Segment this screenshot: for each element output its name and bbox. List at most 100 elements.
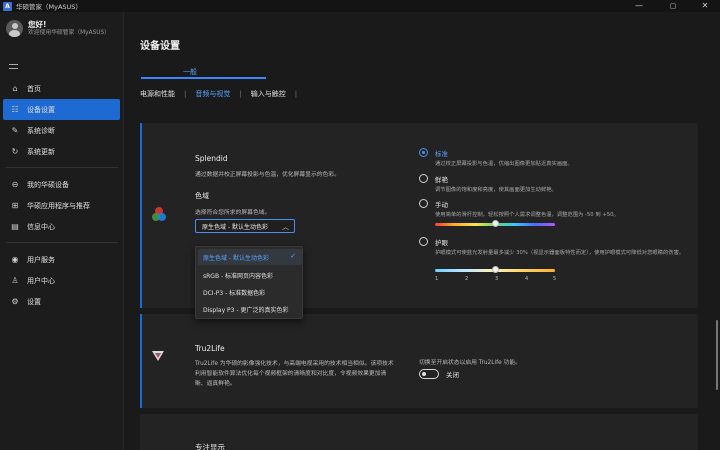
gamut-option-dcip3[interactable]: DCI-P3 - 标准数据色彩 — [198, 284, 302, 300]
tru2life-toggle[interactable] — [419, 369, 439, 379]
message-icon: ▤ — [11, 222, 19, 231]
sidebar-item-label: 系统更新 — [27, 147, 55, 156]
gamut-desc: 选择符合您所求的屏幕色域。 — [195, 210, 271, 216]
radio-vivid[interactable] — [419, 174, 428, 183]
mode-manual-label: 手动 — [435, 201, 448, 209]
sidebar-item-apps[interactable]: ⊞ 华硕应用程序与推荐 — [3, 195, 120, 216]
sub-tabs: 电源和性能 | 音频与视觉 | 输入与触控 | — [140, 89, 306, 99]
maximize-button[interactable]: ▢ — [660, 0, 686, 12]
apps-icon: ⊞ — [11, 201, 19, 210]
tru2life-desc-line2: 利用智能软件算法优化每个视频框架的清晰度和对比度，令视频效果更加清 — [195, 371, 387, 377]
user-profile[interactable]: 您好! 欢迎使用华硕管家（MyASUS） — [6, 20, 110, 37]
gamut-options-popup: 原生色域 - 默认生动色彩 ✓ sRGB - 标准网页内容色彩 DCI-P3 -… — [195, 246, 303, 319]
sidebar-divider — [6, 242, 118, 243]
radio-eyecare[interactable] — [419, 237, 428, 246]
settings-sliders-icon: ☷ — [11, 105, 19, 114]
tick-label: 1 — [435, 276, 439, 282]
mode-manual-desc: 使用简单的滑杆控制，轻松按照个人需求调整色温，调整范围为 -50 到 +50。 — [435, 212, 619, 218]
mode-standard-label: 标准 — [435, 150, 448, 158]
splendid-title: Splendid — [195, 154, 228, 163]
tick-label: 5 — [553, 276, 557, 282]
sidebar-item-diagnosis[interactable]: ✎ 系统诊断 — [3, 120, 120, 141]
tab-power-performance[interactable]: 电源和性能 — [140, 89, 175, 99]
sidebar-item-support[interactable]: ◉ 用户服务 — [3, 249, 120, 270]
radio-manual[interactable] — [419, 199, 428, 208]
sidebar-item-label: 信息中心 — [27, 222, 55, 231]
sidebar-item-label: 华硕应用程序与推荐 — [27, 201, 90, 210]
tru2life-icon — [152, 351, 164, 361]
tru2life-desc-line3: 晰、逼真鲜艳。 — [195, 381, 236, 387]
mode-eyecare-label: 护眼 — [435, 239, 448, 247]
chevron-up-icon: ︿ — [282, 223, 289, 231]
gear-icon: ⚙ — [11, 297, 19, 306]
sidebar-item-user-center[interactable]: ♙ 用户中心 — [3, 270, 120, 291]
sidebar-item-update[interactable]: ↻ 系统更新 — [3, 141, 120, 162]
gamut-option-label: sRGB - 标准网页内容色彩 — [203, 272, 274, 280]
radio-standard[interactable] — [419, 148, 428, 157]
tab-input-touch[interactable]: 输入与触控 — [251, 89, 286, 99]
eyecare-slider-thumb[interactable] — [491, 266, 499, 273]
gamut-title: 色域 — [195, 192, 209, 200]
menu-toggle-icon[interactable] — [9, 64, 18, 69]
sidebar-item-settings[interactable]: ⚙ 设置 — [3, 291, 120, 312]
mode-vivid-desc: 调节图像的饱和度和亮度，使其画面更加生动鲜艳。 — [435, 187, 557, 193]
gamut-dropdown-value: 原生色域 - 默认生动色彩 — [202, 223, 268, 231]
diagnosis-icon: ✎ — [11, 126, 19, 135]
eyecare-level-slider[interactable] — [435, 266, 555, 273]
tab-audio-visual[interactable]: 音频与视觉 — [195, 89, 230, 99]
gamut-option-label: DCI-P3 - 标准数据色彩 — [203, 289, 266, 297]
tru2life-toggle-desc: 切换至开启状态以启用 Tru2Life 功能。 — [419, 360, 521, 366]
sidebar-item-my-devices[interactable]: ⊖ 我的华硕设备 — [3, 174, 120, 195]
gamut-option-srgb[interactable]: sRGB - 标准网页内容色彩 — [198, 267, 302, 283]
sidebar-item-label: 我的华硕设备 — [27, 180, 69, 189]
focus-display-card: 专注显示 — [140, 414, 698, 450]
color-palette-icon — [152, 207, 167, 221]
sidebar-item-messages[interactable]: ▤ 信息中心 — [3, 216, 120, 237]
manual-color-temp-slider[interactable] — [435, 220, 555, 227]
sidebar-item-label: 系统诊断 — [27, 126, 55, 135]
sidebar-item-label: 用户中心 — [27, 276, 55, 285]
gamut-dropdown[interactable]: 原生色域 - 默认生动色彩 ︿ — [195, 219, 295, 233]
asus-logo-icon: A — [3, 1, 12, 11]
devices-icon: ⊖ — [11, 180, 19, 189]
gamut-option-native[interactable]: 原生色域 - 默认生动色彩 ✓ — [198, 249, 302, 265]
gamut-option-label: 原生色域 - 默认生动色彩 — [203, 254, 269, 262]
location-icon: ◉ — [11, 255, 19, 264]
greeting-text: 您好! — [28, 20, 47, 29]
gamut-option-label: Display P3 - 更广泛的真实色彩 — [203, 306, 289, 314]
main-content: 设备设置 一般 电源和性能 | 音频与视觉 | 输入与触控 | Splendid… — [125, 12, 720, 450]
gamut-option-displayp3[interactable]: Display P3 - 更广泛的真实色彩 — [198, 301, 302, 317]
avatar-icon — [6, 20, 23, 37]
sidebar-divider — [6, 167, 118, 168]
title-bar: A 华硕管家（MyASUS） — ▢ ✕ — [0, 0, 720, 12]
tru2life-title: Tru2Life — [195, 344, 225, 353]
window-title: 华硕管家（MyASUS） — [16, 3, 82, 11]
tab-separator: | — [294, 90, 298, 98]
manual-slider-thumb[interactable] — [491, 220, 499, 227]
minimize-button[interactable]: — — [626, 0, 652, 12]
sidebar-item-device-settings[interactable]: ☷ 设备设置 — [3, 99, 120, 120]
mode-standard-desc: 通过校正屏幕投影与色温，优缩出图像更加贴近真实画面。 — [435, 161, 573, 167]
home-icon: ⌂ — [12, 84, 18, 93]
card-accent-bar — [140, 123, 142, 308]
page-title: 设备设置 — [140, 41, 180, 52]
tab-general-underline — [141, 77, 266, 79]
tru2life-toggle-label: 关闭 — [446, 371, 459, 379]
sidebar-item-home[interactable]: ⌂ 首页 — [3, 78, 120, 99]
tick-label: 4 — [525, 276, 529, 282]
sidebar-item-label: 用户服务 — [27, 255, 55, 264]
card-accent-bar — [140, 314, 142, 408]
refresh-icon: ↻ — [11, 147, 19, 156]
tab-separator: | — [239, 90, 242, 98]
sidebar: 您好! 欢迎使用华硕管家（MyASUS） ⌂ 首页 ☷ 设备设置 ✎ 系统诊断 … — [0, 12, 124, 450]
checkmark-icon: ✓ — [290, 252, 296, 260]
scrollbar[interactable] — [716, 110, 718, 450]
tab-general[interactable]: 一般 — [183, 67, 197, 77]
scrollbar-thumb[interactable] — [716, 320, 718, 390]
tick-label: 2 — [465, 276, 469, 282]
tru2life-card: Tru2Life Tru2Life 为华硕的影像强化技术，与高端电视采用的技术相… — [140, 314, 698, 408]
focus-display-title: 专注显示 — [195, 443, 225, 450]
sidebar-item-label: 首页 — [27, 84, 41, 93]
mode-eyecare-desc: 护眼模式可使蓝光发射量最多减少 30%（视显示器面板特性而定），使用护眼模式可降… — [435, 250, 685, 256]
close-button[interactable]: ✕ — [692, 0, 718, 12]
